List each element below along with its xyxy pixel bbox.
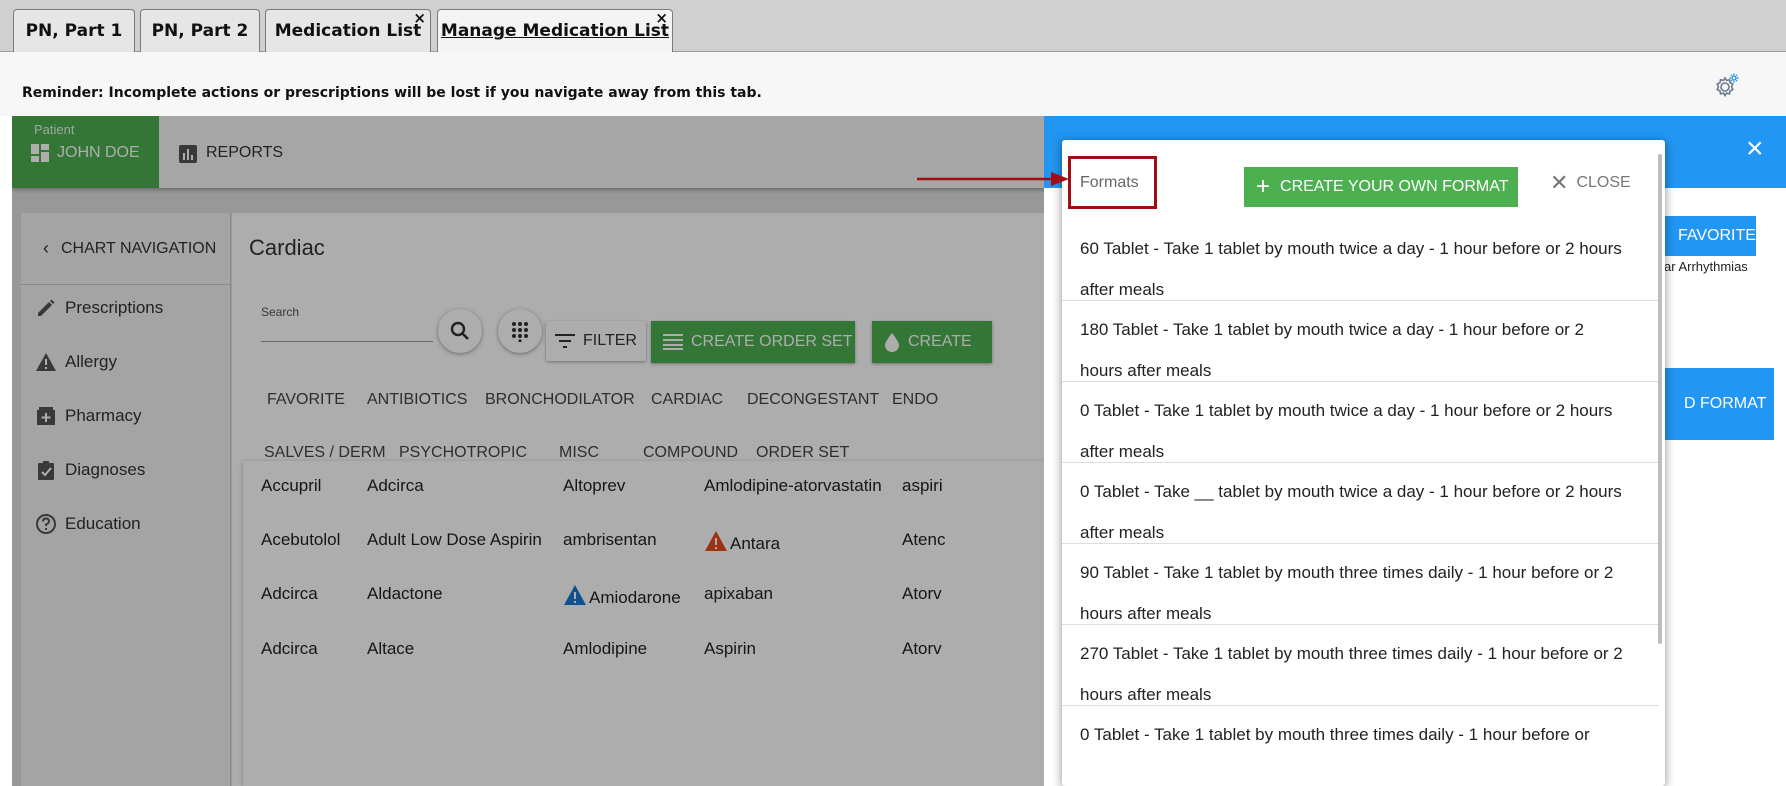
close-label: CLOSE [1576,174,1631,191]
tab-close-icon[interactable]: × [413,11,426,26]
reminder-text: Reminder: Incomplete actions or prescrip… [22,85,762,101]
favorite-button[interactable]: FAVORITE [1656,216,1756,256]
plus-icon: + [1256,173,1271,200]
format-option[interactable]: 60 Tablet - Take 1 tablet by mouth twice… [1062,220,1659,301]
reminder-bar: Reminder: Incomplete actions or prescrip… [0,52,1786,116]
format-option[interactable]: 0 Tablet - Take __ tablet by mouth twice… [1062,463,1659,544]
format-list: 60 Tablet - Take 1 tablet by mouth twice… [1062,220,1659,786]
tab-medication-list[interactable]: Medication List × [265,9,431,52]
formats-title: Formats [1080,173,1139,191]
format-option[interactable]: 90 Tablet - Take 1 tablet by mouth three… [1062,544,1659,625]
settings-gear-icon[interactable] [1713,72,1741,100]
tab-close-icon[interactable]: × [655,11,668,26]
close-button[interactable]: ✕ CLOSE [1550,170,1631,195]
tab-label: PN, Part 1 [25,21,123,41]
formats-dialog: Formats + CREATE YOUR OWN FORMAT ✕ CLOSE… [1062,140,1665,786]
annotation-arrow-icon [917,172,1069,186]
format-option[interactable]: 0 Tablet - Take 1 tablet by mouth twice … [1062,382,1659,463]
drawer-close-icon[interactable]: × [1746,134,1764,164]
add-format-button[interactable]: D FORMAT [1656,368,1774,440]
tab-bar: PN, Part 1 PN, Part 2 Medication List × M… [0,0,1786,52]
create-own-format-button[interactable]: + CREATE YOUR OWN FORMAT [1244,167,1518,207]
tab-label: PN, Part 2 [151,21,249,41]
tab-pn-part-1[interactable]: PN, Part 1 [13,9,135,52]
formats-title-highlight: Formats [1068,156,1157,209]
tab-pn-part-2[interactable]: PN, Part 2 [140,9,260,52]
dialog-scrollbar[interactable] [1658,154,1662,644]
create-own-format-label: CREATE YOUR OWN FORMAT [1280,178,1509,195]
tab-manage-medication-list[interactable]: Manage Medication List × [437,9,673,52]
diagnosis-note: ar Arrhythmias [1664,259,1748,274]
close-icon: ✕ [1550,170,1569,195]
format-option[interactable]: 270 Tablet - Take 1 tablet by mouth thre… [1062,625,1659,706]
format-option[interactable]: 180 Tablet - Take 1 tablet by mouth twic… [1062,301,1659,382]
tab-label: Manage Medication List [440,21,670,41]
format-option[interactable]: 0 Tablet - Take 1 tablet by mouth three … [1062,706,1659,786]
tab-label: Medication List [274,21,422,41]
